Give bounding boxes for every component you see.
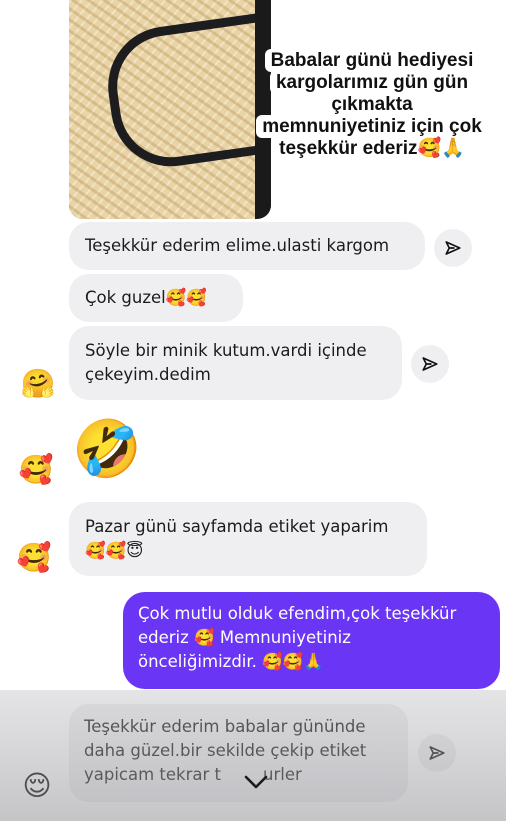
send-arrow-icon	[429, 746, 445, 760]
send-arrow-icon	[445, 241, 461, 255]
message-text: Çok guzel🥰🥰	[85, 288, 207, 307]
message-bubble[interactable]: Teşekkür ederim elime.ulasti kargom	[69, 222, 425, 270]
outgoing-text-line-3: önceliğimizdir. 🥰🥰🙏	[138, 652, 324, 671]
caption-line-1: Babalar günü hediyesi	[264, 49, 480, 72]
reaction-emoji: 🥰	[16, 540, 52, 576]
message-text-fragment: yapicam tekrar t	[84, 765, 222, 784]
scroll-down-button[interactable]	[241, 767, 271, 797]
message-text-line-2: çekeyim.dedim	[85, 365, 211, 384]
share-button[interactable]	[434, 229, 472, 267]
share-button[interactable]	[418, 734, 456, 772]
rofl-emoji-icon: 🤣	[72, 417, 142, 482]
reaction-emoji: 🤗	[20, 366, 56, 402]
smiling-hearts-emoji-icon: 🥰	[16, 541, 52, 574]
message-text-line-2: 🥰🥰😇	[85, 541, 144, 560]
message-text-line-2: daha güzel.bir sekilde çekip etiket	[84, 741, 367, 760]
reaction-emoji: 🥰	[18, 452, 54, 488]
message-text-line-1: Teşekkür ederim babalar gününde	[84, 717, 366, 736]
send-arrow-icon	[422, 357, 438, 371]
caption-line-3: çıkmakta	[325, 93, 419, 116]
outgoing-message-bubble[interactable]: Çok mutlu olduk efendim,çok teşekkür ede…	[123, 592, 500, 689]
outgoing-text-line-2: ederiz 🥰 Memnuniyetiniz	[138, 628, 351, 647]
caption-line-2: kargolarımız gün gün	[269, 71, 475, 94]
story-caption: Babalar günü hediyesi kargolarımız gün g…	[242, 49, 502, 160]
caption-line-4: memnuniyetiniz için çok	[256, 115, 488, 138]
hug-emoji-icon: 🤗	[20, 367, 56, 400]
smiling-hearts-emoji-icon: 🥰	[18, 453, 54, 486]
emoji-message[interactable]: 🤣	[72, 422, 142, 478]
outgoing-text-line-1: Çok mutlu olduk efendim,çok teşekkür	[138, 604, 457, 623]
chevron-down-icon	[244, 775, 268, 789]
message-bubble[interactable]: Teşekkür ederim babalar gününde daha güz…	[69, 704, 408, 802]
shared-photo[interactable]	[69, 0, 271, 219]
relieved-emoji-icon: 😌	[22, 769, 52, 802]
share-button[interactable]	[411, 345, 449, 383]
reaction-emoji: 😌	[19, 768, 55, 804]
message-text: Teşekkür ederim elime.ulasti kargom	[85, 236, 390, 255]
message-text-line-1: Pazar günü sayfamda etiket yaparim	[85, 517, 389, 536]
message-bubble[interactable]: Söyle bir minik kutum.vardi içinde çekey…	[69, 326, 402, 400]
caption-line-5: teşekkür ederiz🥰🙏	[273, 137, 471, 160]
message-text-line-1: Söyle bir minik kutum.vardi içinde	[85, 341, 367, 360]
message-bubble[interactable]: Pazar günü sayfamda etiket yaparim 🥰🥰😇	[69, 502, 427, 576]
message-bubble[interactable]: Çok guzel🥰🥰	[69, 274, 243, 322]
message-text-line-3: yapicam tekrar t urler	[84, 763, 393, 787]
